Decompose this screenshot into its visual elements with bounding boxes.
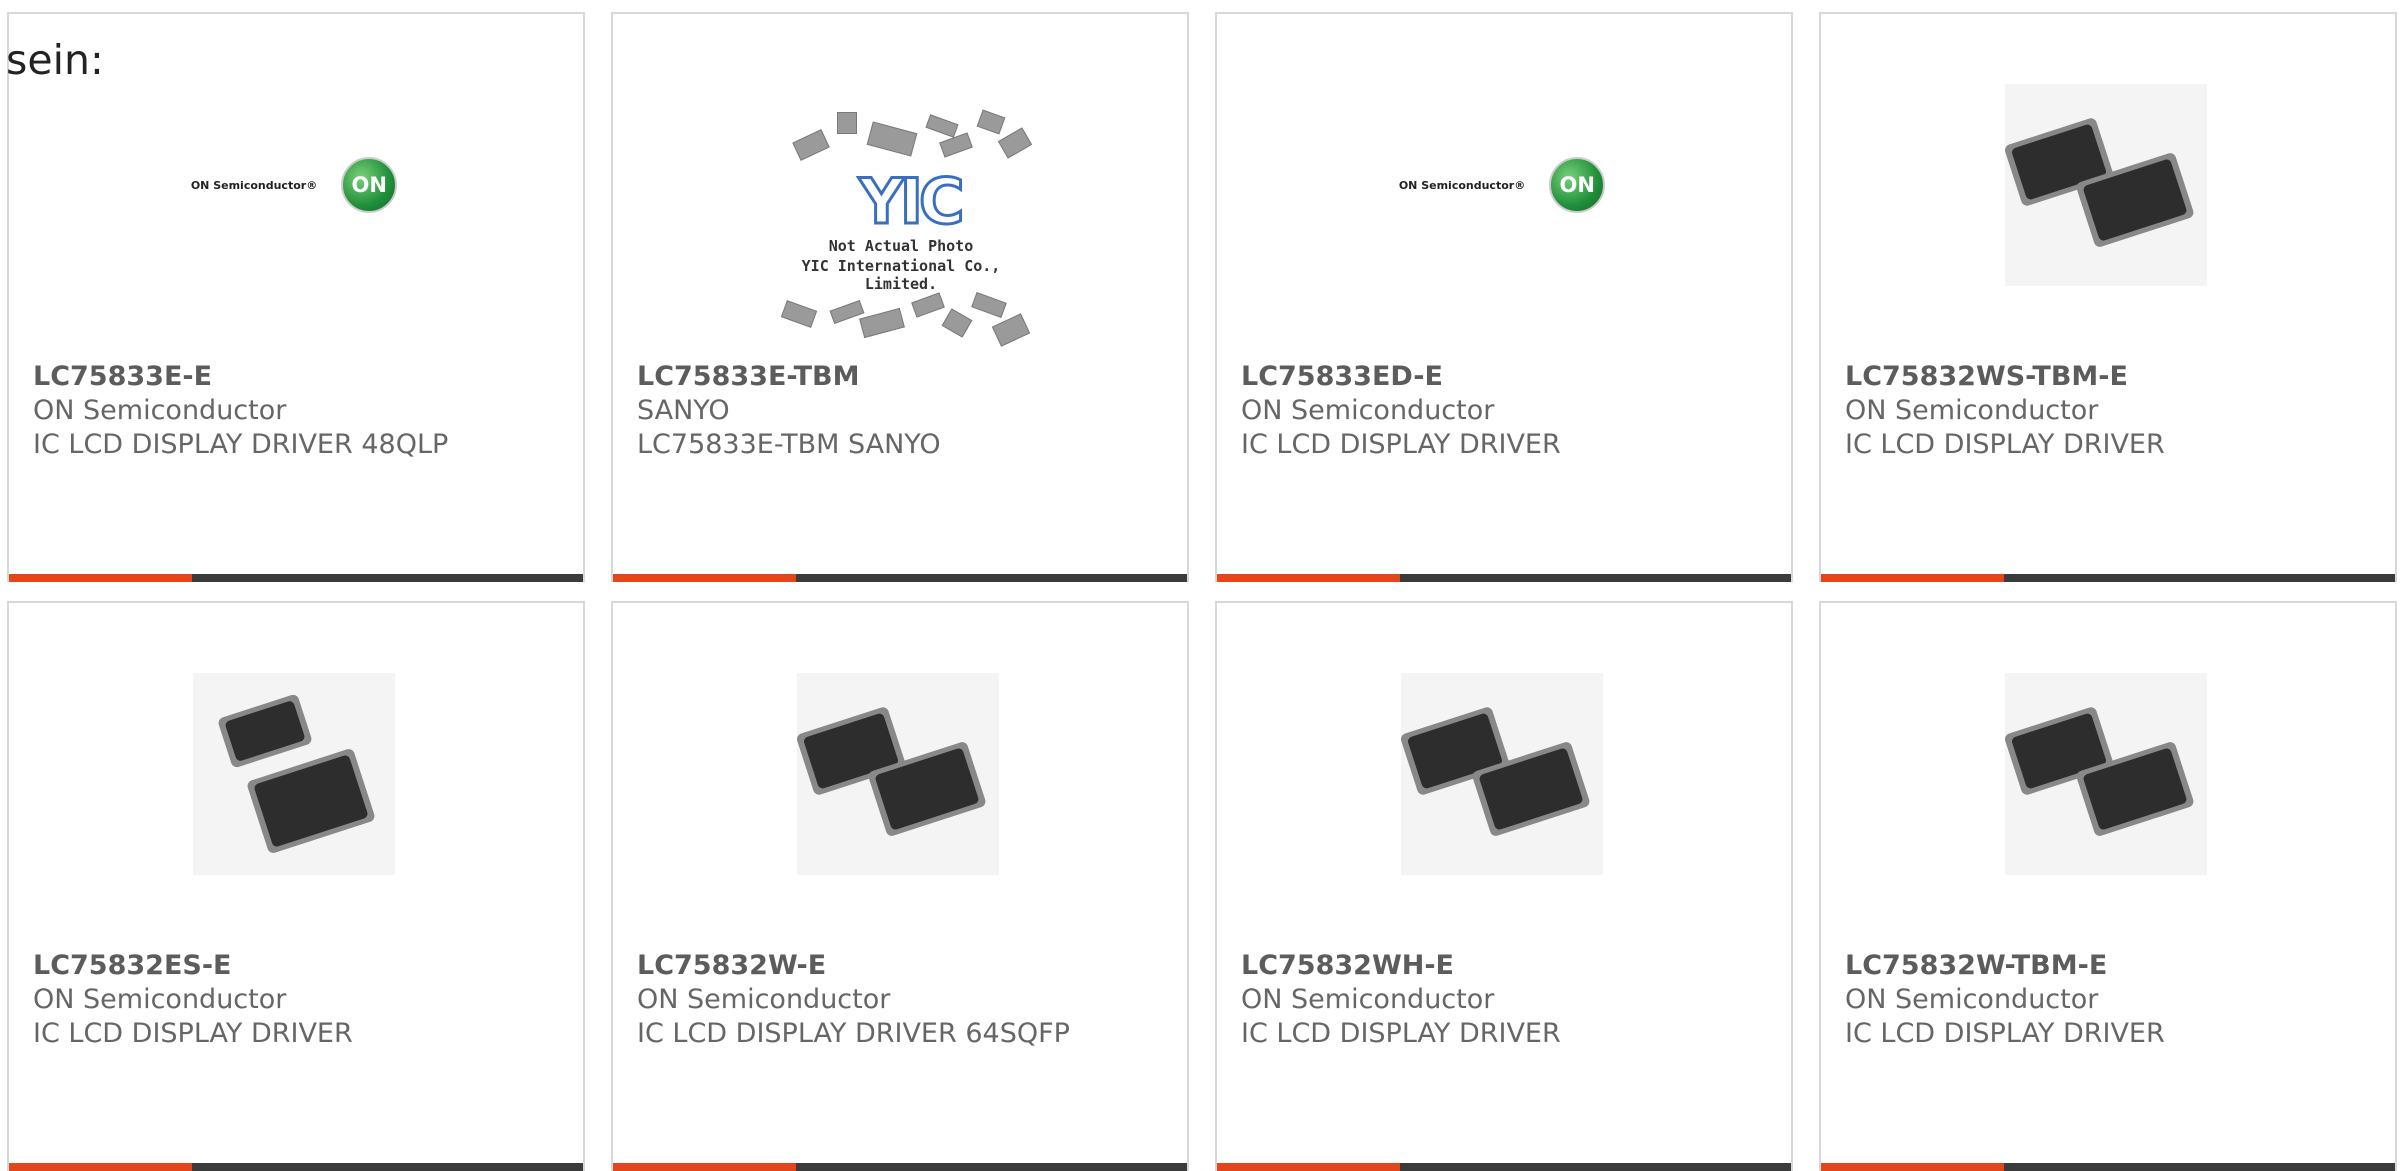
intro-text: sein:	[6, 36, 104, 84]
part-number-link[interactable]: LC75832W-TBM-E	[1845, 949, 2385, 983]
product-description: IC LCD DISPLAY DRIVER 64SQFP	[637, 1018, 1070, 1049]
manufacturer-name: ON Semiconductor	[1845, 395, 2099, 426]
product-description: IC LCD DISPLAY DRIVER	[1845, 429, 2165, 460]
part-number-link[interactable]: LC75833ED-E	[1241, 360, 1781, 394]
manufacturer-logo: ON Semiconductor® ON	[1398, 84, 1606, 286]
part-number-link[interactable]: LC75833E-TBM	[637, 360, 1177, 394]
on-semiconductor-logo-icon: ON	[341, 157, 398, 213]
qfp-chip-icon	[218, 694, 375, 853]
card-bottom-bar	[613, 1163, 1187, 1171]
product-description: IC LCD DISPLAY DRIVER	[1845, 1018, 2165, 1049]
part-number-link[interactable]: LC75832WS-TBM-E	[1845, 360, 2385, 394]
manufacturer-name: ON Semiconductor	[33, 395, 287, 426]
product-photo	[2005, 673, 2207, 875]
yic-logo-icon: YIC	[857, 164, 966, 240]
product-photo	[1401, 673, 1603, 875]
card-accent-bar	[1217, 1163, 1400, 1171]
product-card[interactable]: LC75832ES-E ON Semiconductor IC LCD DISP…	[7, 601, 585, 1171]
manufacturer-name: ON Semiconductor	[1241, 984, 1495, 1015]
product-description: IC LCD DISPLAY DRIVER	[1241, 429, 1561, 460]
product-card[interactable]: YIC Not Actual Photo YIC International C…	[611, 12, 1189, 582]
product-placeholder-image: YIC Not Actual Photo YIC International C…	[765, 98, 1037, 348]
card-bottom-bar	[1821, 574, 2395, 582]
product-photo	[2005, 84, 2207, 286]
card-accent-bar	[613, 574, 796, 582]
card-bottom-bar	[9, 574, 583, 582]
product-photo	[193, 673, 395, 875]
product-photo	[797, 673, 999, 875]
card-accent-bar	[9, 1163, 192, 1171]
card-accent-bar	[613, 1163, 796, 1171]
product-description: IC LCD DISPLAY DRIVER	[1241, 1018, 1561, 1049]
card-accent-bar	[1821, 1163, 2004, 1171]
product-card[interactable]: LC75832W-TBM-E ON Semiconductor IC LCD D…	[1819, 601, 2397, 1171]
product-card[interactable]: LC75832WS-TBM-E ON Semiconductor IC LCD …	[1819, 12, 2397, 582]
product-description: LC75833E-TBM SANYO	[637, 429, 941, 460]
card-bottom-bar	[613, 574, 1187, 582]
part-number-link[interactable]: LC75832W-E	[637, 949, 1177, 983]
manufacturer-logo: ON Semiconductor® ON	[190, 84, 398, 286]
product-card[interactable]: LC75832W-E ON Semiconductor IC LCD DISPL…	[611, 601, 1189, 1171]
manufacturer-name: SANYO	[637, 395, 730, 426]
card-accent-bar	[1217, 574, 1400, 582]
manufacturer-name: ON Semiconductor	[1845, 984, 2099, 1015]
card-bottom-bar	[1217, 574, 1791, 582]
placeholder-company: YIC International Co., Limited.	[801, 257, 1001, 293]
qfp-chip-icon	[797, 707, 986, 836]
on-semiconductor-logo-icon: ON	[1549, 157, 1606, 213]
qfp-chip-icon	[2005, 707, 2194, 836]
product-grid: ON Semiconductor® ON LC75833E-E ON Semic…	[0, 0, 2400, 1171]
card-bottom-bar	[1217, 1163, 1791, 1171]
on-semiconductor-wordmark: ON Semiconductor®	[190, 178, 318, 192]
manufacturer-name: ON Semiconductor	[33, 984, 287, 1015]
part-number-link[interactable]: LC75832WH-E	[1241, 949, 1781, 983]
product-description: IC LCD DISPLAY DRIVER	[33, 1018, 353, 1049]
product-card[interactable]: ON Semiconductor® ON LC75833E-E ON Semic…	[7, 12, 585, 582]
qfp-chip-icon	[2005, 118, 2194, 247]
card-bottom-bar	[1821, 1163, 2395, 1171]
manufacturer-name: ON Semiconductor	[1241, 395, 1495, 426]
part-number-link[interactable]: LC75833E-E	[33, 360, 573, 394]
qfp-chip-icon	[1401, 707, 1590, 836]
product-card[interactable]: LC75832WH-E ON Semiconductor IC LCD DISP…	[1215, 601, 1793, 1171]
part-number-link[interactable]: LC75832ES-E	[33, 949, 573, 983]
card-accent-bar	[1821, 574, 2004, 582]
card-accent-bar	[9, 574, 192, 582]
on-semiconductor-wordmark: ON Semiconductor®	[1398, 178, 1526, 192]
manufacturer-name: ON Semiconductor	[637, 984, 891, 1015]
product-card[interactable]: ON Semiconductor® ON LC75833ED-E ON Semi…	[1215, 12, 1793, 582]
card-bottom-bar	[9, 1163, 583, 1171]
product-description: IC LCD DISPLAY DRIVER 48QLP	[33, 429, 449, 460]
placeholder-caption: Not Actual Photo	[828, 237, 974, 255]
